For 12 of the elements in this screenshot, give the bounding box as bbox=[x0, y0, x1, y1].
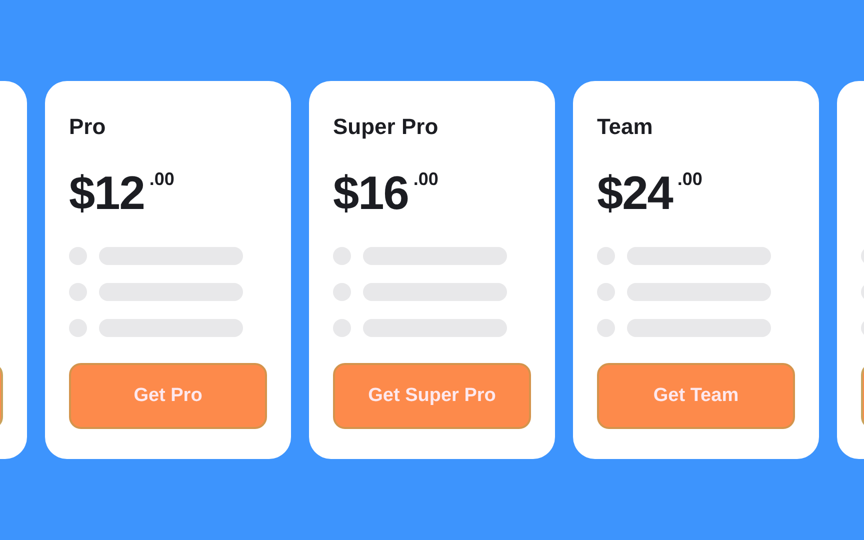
plan-title: Team bbox=[597, 113, 654, 141]
price-cents: .00 bbox=[413, 169, 438, 189]
price-cents: .00 bbox=[149, 169, 174, 189]
get-plan-button[interactable]: Get Super Pro bbox=[333, 363, 531, 429]
price-cents: .00 bbox=[677, 169, 702, 189]
plan-price: $12 bbox=[69, 165, 144, 221]
plan-price: $24 bbox=[597, 165, 672, 221]
plan-price: $16 bbox=[333, 165, 408, 221]
get-plan-button[interactable]: Get Pro bbox=[69, 363, 267, 429]
get-plan-button[interactable]: Get Team bbox=[597, 363, 795, 429]
plan-title: Super Pro bbox=[333, 113, 440, 141]
plan-title: Pro bbox=[69, 113, 107, 141]
